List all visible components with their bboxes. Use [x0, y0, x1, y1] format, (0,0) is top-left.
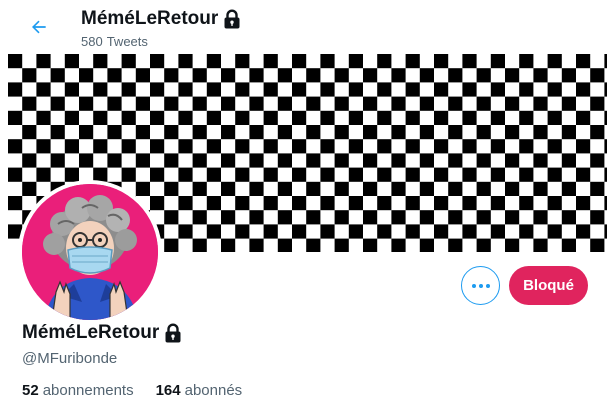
tweet-count-number: 580 [81, 34, 103, 49]
user-handle: @MFuribonde [22, 350, 118, 367]
following-count: 52 [22, 382, 39, 399]
avatar-image [22, 184, 158, 320]
followers-label: abonnés [184, 382, 243, 399]
more-options-button[interactable] [461, 266, 500, 305]
lock-icon [165, 323, 181, 343]
display-name: MéméLeRetour [22, 322, 182, 344]
header-title: MéméLeRetour [81, 8, 241, 30]
following-link[interactable]: 52 abonnements [22, 382, 134, 399]
blocked-button[interactable]: Bloqué [509, 266, 588, 305]
back-button[interactable] [22, 10, 56, 44]
avatar[interactable] [18, 180, 162, 324]
grandma-masked-avatar-illustration [22, 184, 158, 320]
tweet-count-label: Tweets [106, 34, 148, 49]
header-title-text: MéméLeRetour [81, 8, 219, 29]
follow-stats: 52 abonnements 164 abonnés [22, 382, 242, 399]
arrow-left-icon [32, 20, 46, 34]
more-horizontal-icon [471, 283, 490, 288]
followers-count: 164 [155, 382, 181, 399]
profile-header: MéméLeRetour 580 Tweets [0, 0, 615, 53]
tweet-count: 580 Tweets [81, 34, 152, 49]
following-label: abonnements [42, 382, 134, 399]
followers-link[interactable]: 164 abonnés [156, 382, 243, 399]
lock-icon [224, 9, 240, 29]
display-name-text: MéméLeRetour [22, 322, 160, 343]
